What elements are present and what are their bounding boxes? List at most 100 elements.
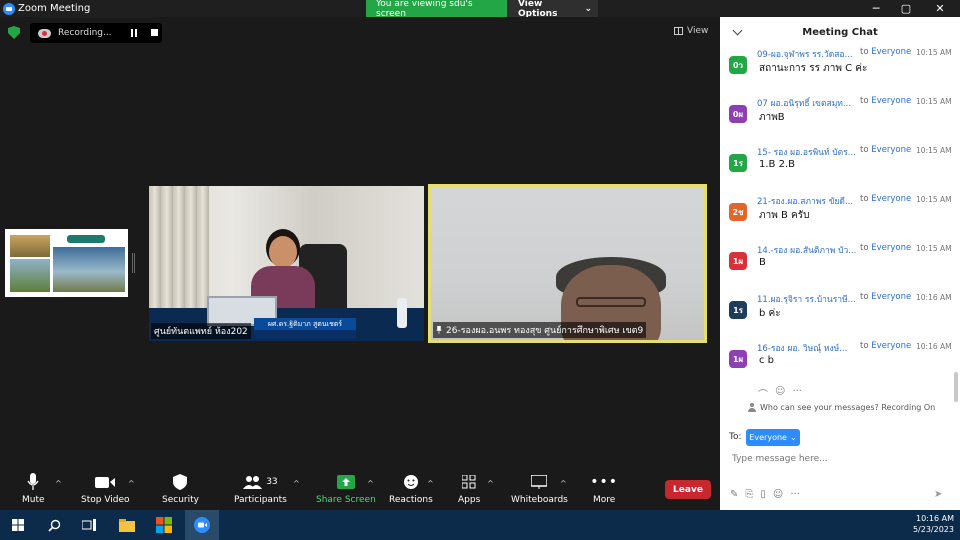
message-recipient: to Everyone (860, 96, 912, 106)
recording-indicator: Recording... (30, 23, 162, 43)
participants-options-caret[interactable]: ^ (293, 479, 300, 488)
file-icon[interactable]: ▯ (760, 489, 766, 500)
message-sender[interactable]: 14.-รอง ผอ.สันติภาพ บัว... (757, 243, 857, 257)
meeting-chat-panel: Meeting Chat 09-ผอ.จุฬาพร รร.วัดสอ... to… (720, 17, 960, 510)
more-label: More (593, 495, 616, 505)
video-tile[interactable]: ผศ.ดร.ฐิติมาภ สูตนเชตร์ ศูนย์ทันตแพทย์ ห… (149, 186, 424, 341)
cloud-recording-icon (38, 28, 51, 38)
send-icon[interactable]: ➤ (934, 489, 942, 500)
view-grid-icon (674, 27, 683, 35)
whiteboards-label: Whiteboards (511, 495, 568, 505)
whiteboard-icon (528, 473, 550, 491)
message-sender[interactable]: 09-ผอ.จุฬาพร รร.วัดสอ... (757, 47, 857, 61)
chat-privacy-notice[interactable]: Who can see your messages? Recording On (748, 403, 935, 412)
more-options-icon[interactable]: ··· (792, 386, 802, 401)
maximize-button[interactable]: ▢ (891, 0, 921, 17)
reactions-options-caret[interactable]: ^ (427, 479, 434, 488)
reply-icon[interactable]: ⌒ (758, 386, 768, 401)
chat-title: Meeting Chat (802, 26, 878, 38)
emoji-reaction-icon[interactable]: ☺ (775, 386, 785, 401)
file-explorer-icon[interactable] (110, 510, 144, 540)
emoji-icon[interactable]: ☺ (773, 489, 783, 500)
chat-scrollbar[interactable] (954, 372, 958, 402)
more-button[interactable]: ••• More (590, 473, 617, 505)
message-sender[interactable]: 15- รอง ผอ.อรพินท์ บัตร... (757, 145, 857, 159)
message-sender[interactable]: 07 ผอ.อนิรุทธิ์ เขตสมุท... (757, 96, 857, 110)
message-sender[interactable]: 16-รอง ผอ. วิษณุ์ หงษ์... (757, 341, 857, 355)
video-name-overlay-sub (254, 330, 356, 339)
screenshot-icon[interactable]: ⎘ (745, 489, 753, 500)
format-icon[interactable]: ✎ (730, 489, 738, 500)
pause-recording-icon[interactable] (131, 29, 137, 37)
reactions-button[interactable]: Reactions (389, 473, 433, 505)
stop-video-label: Stop Video (81, 495, 130, 505)
windows-taskbar: 10:16 AM 5/23/2023 (0, 510, 960, 540)
apps-options-caret[interactable]: ^ (487, 479, 494, 488)
chat-message: 14.-รอง ผอ.สันติภาพ บัว... to Everyone 1… (720, 243, 952, 292)
message-time: 10:15 AM (916, 244, 952, 253)
mute-options-caret[interactable]: ^ (55, 479, 62, 488)
share-screen-label: Share Screen (316, 495, 376, 505)
share-screen-button[interactable]: Share Screen (316, 473, 376, 505)
recipient-value: Everyone (749, 433, 787, 442)
stop-video-button[interactable]: Stop Video (81, 473, 130, 505)
security-button[interactable]: Security (162, 473, 199, 505)
share-screen-icon (335, 473, 357, 491)
zoom-taskbar-icon[interactable] (185, 510, 219, 540)
view-button[interactable]: View (674, 26, 708, 36)
security-shield-icon (169, 473, 191, 491)
more-icon[interactable]: ··· (790, 489, 800, 500)
privacy-text: Who can see your messages? Recording On (760, 403, 936, 412)
task-view-icon[interactable] (72, 510, 106, 540)
reactions-smiley-icon (400, 473, 422, 491)
message-actions: ⌒ ☺ ··· (758, 386, 802, 401)
video-name-overlay: ผศ.ดร.ฐิติมาภ สูตนเชตร์ (254, 318, 356, 330)
video-camera-icon (94, 473, 116, 491)
avatar: 1ผ (729, 350, 747, 368)
view-options-button[interactable]: View Options ⌄ (507, 0, 598, 19)
chevron-down-icon: ⌄ (789, 433, 797, 442)
leave-button[interactable]: Leave (665, 480, 711, 499)
shared-screen-thumbnail[interactable] (5, 229, 128, 297)
resize-handle[interactable] (132, 253, 135, 273)
video-options-caret[interactable]: ^ (128, 479, 135, 488)
search-icon[interactable] (37, 510, 71, 540)
mute-button[interactable]: Mute (22, 473, 45, 505)
message-sender[interactable]: 11.ผอ.รุจิรา รร.บ้านราษี... (757, 292, 857, 306)
start-button[interactable] (1, 510, 35, 540)
chat-message-input[interactable] (732, 452, 952, 466)
recording-label: Recording... (58, 28, 112, 38)
active-speaker-tile[interactable]: 26-รองผอ.อนพร ทองสุข ศูนย์การศึกษาพิเศษ … (428, 184, 707, 343)
close-button[interactable]: ✕ (925, 0, 955, 17)
message-sender[interactable]: 21-รอง.ผอ.สภาพร ขัยดี... (757, 194, 857, 208)
whiteboards-button[interactable]: Whiteboards (511, 473, 568, 505)
viewing-screen-label: You are viewing sdu's screen (366, 0, 507, 19)
avatar: 1ร (729, 301, 747, 319)
chat-input-tools: ✎ ⎘ ▯ ☺ ··· (730, 489, 800, 500)
thumbnail-banner (67, 235, 105, 243)
message-recipient: to Everyone (860, 341, 912, 351)
whiteboards-options-caret[interactable]: ^ (560, 479, 567, 488)
apps-button[interactable]: Apps (458, 473, 480, 505)
message-text: B (759, 257, 766, 268)
store-app-icon[interactable] (147, 510, 181, 540)
minimize-button[interactable]: ─ (861, 0, 891, 17)
participants-count: 33 (266, 477, 278, 487)
chat-message: 15- รอง ผอ.อรพินท์ บัตร... to Everyone 1… (720, 145, 952, 194)
chat-message: 21-รอง.ผอ.สภาพร ขัยดี... to Everyone 10:… (720, 194, 952, 243)
message-recipient: to Everyone (860, 292, 912, 302)
stop-recording-icon[interactable] (151, 29, 158, 36)
chat-message-list[interactable]: 09-ผอ.จุฬาพร รร.วัดสอ... to Everyone 10:… (720, 45, 952, 395)
message-time: 10:15 AM (916, 48, 952, 57)
participant-name-tag: ศูนย์ทันตแพทย์ ห้อง202 (151, 323, 251, 339)
message-recipient: to Everyone (860, 194, 912, 204)
recipient-select[interactable]: Everyone ⌄ (746, 429, 800, 446)
participant-name: ศูนย์ทันตแพทย์ ห้อง202 (154, 327, 248, 337)
participant-name-tag: 26-รองผอ.อนพร ทองสุข ศูนย์การศึกษาพิเศษ … (433, 322, 647, 338)
share-options-caret[interactable]: ^ (367, 479, 374, 488)
message-recipient: to Everyone (860, 145, 912, 155)
system-clock[interactable]: 10:16 AM 5/23/2023 (913, 513, 954, 535)
pin-icon (436, 326, 442, 334)
encryption-shield-icon[interactable] (8, 26, 20, 39)
participants-button[interactable]: 33 Participants (234, 473, 287, 505)
